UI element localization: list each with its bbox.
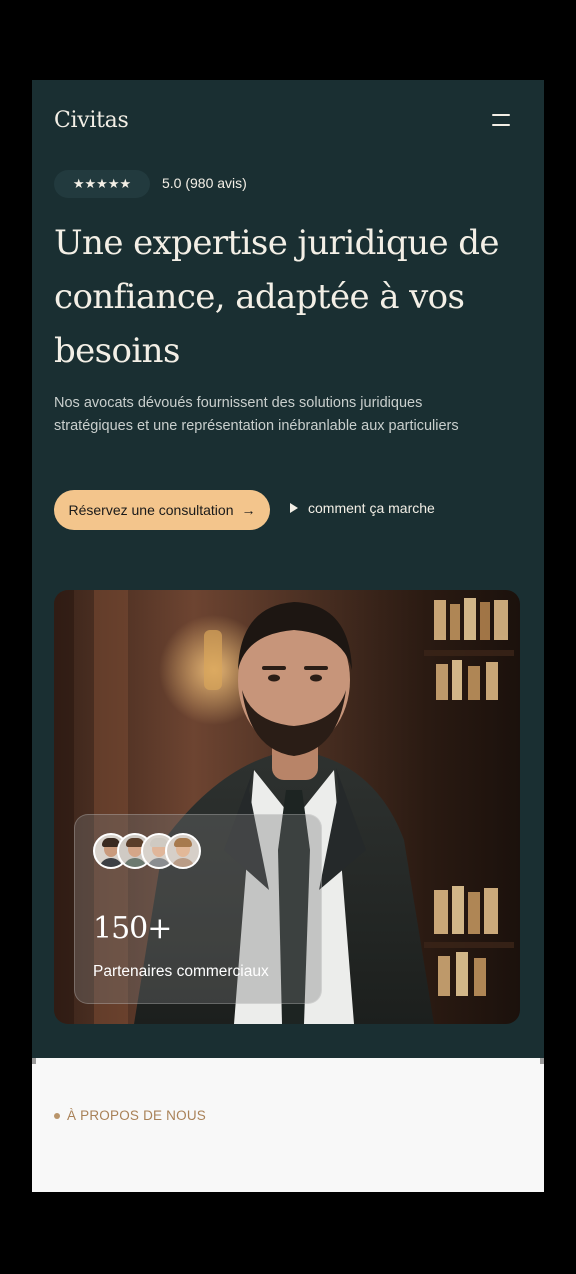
brand-logo[interactable]: Civitas <box>54 108 129 133</box>
avatar <box>165 833 201 869</box>
partners-label: Partenaires commerciaux <box>93 963 269 980</box>
partners-stats-card: 150+ Partenaires commerciaux <box>74 814 322 1004</box>
partner-avatars <box>93 833 233 869</box>
hero-headline: Une expertise juridique de confiance, ad… <box>54 223 500 371</box>
partners-count: 150+ <box>93 911 172 946</box>
scroll-edge-marker <box>32 1058 36 1064</box>
hero-section: Civitas ★★★★★ 5.0 (980 avis) Une experti… <box>32 80 544 1058</box>
hamburger-menu-icon[interactable] <box>492 112 514 128</box>
about-section: À PROPOS DE NOUS <box>32 1058 544 1192</box>
bullet-dot-icon <box>54 1113 60 1119</box>
book-consultation-label: Réservez une consultation <box>68 502 234 518</box>
book-consultation-button[interactable]: Réservez une consultation → <box>54 490 270 530</box>
scroll-edge-marker <box>540 1058 544 1064</box>
how-it-works-link[interactable]: comment ça marche <box>290 500 435 516</box>
rating-stars: ★★★★★ <box>54 170 150 198</box>
mobile-page: Civitas ★★★★★ 5.0 (980 avis) Une experti… <box>32 80 544 1192</box>
arrow-right-icon: → <box>241 502 256 518</box>
rating-text: 5.0 (980 avis) <box>162 175 247 191</box>
play-icon <box>290 503 298 513</box>
hero-subtext: Nos avocats dévoués fournissent des solu… <box>54 395 459 434</box>
about-eyebrow: À PROPOS DE NOUS <box>67 1108 206 1123</box>
how-it-works-label: comment ça marche <box>308 500 435 516</box>
